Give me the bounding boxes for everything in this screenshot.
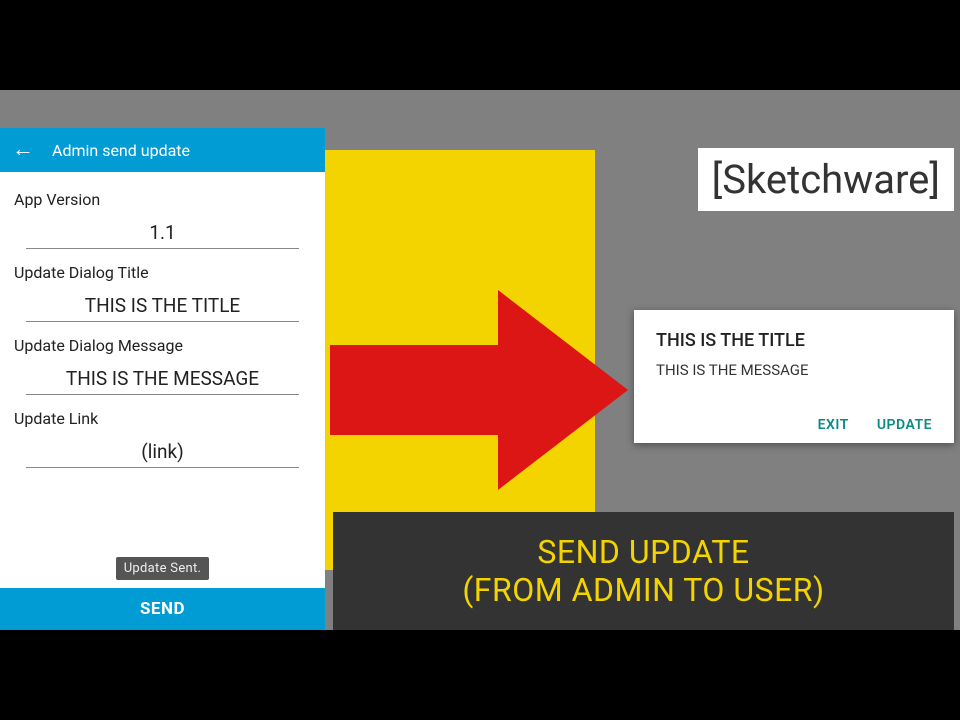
red-arrow-icon	[330, 290, 640, 490]
back-arrow-icon[interactable]: ←	[12, 139, 34, 161]
appbar: ← Admin send update	[0, 128, 325, 172]
arrow-head	[498, 290, 628, 490]
thumbnail-canvas: ← Admin send update App Version Update D…	[0, 90, 960, 630]
update-link-label: Update Link	[14, 409, 311, 428]
sketchware-badge: [Sketchware]	[698, 148, 954, 211]
caption-line-2: (FROM ADMIN TO USER)	[462, 571, 824, 609]
update-button[interactable]: UPDATE	[877, 417, 932, 433]
dialog-title: THIS IS THE TITLE	[656, 330, 932, 351]
caption-line-1: SEND UPDATE	[537, 533, 749, 571]
update-dialog: THIS IS THE TITLE THIS IS THE MESSAGE EX…	[634, 310, 954, 443]
dialog-message-input[interactable]	[26, 361, 299, 395]
admin-phone-screen: ← Admin send update App Version Update D…	[0, 128, 325, 630]
toast-container: Update Sent.	[14, 557, 311, 580]
arrow-shaft	[330, 345, 500, 435]
dialog-title-input[interactable]	[26, 288, 299, 322]
send-button[interactable]: SEND	[0, 588, 325, 630]
dialog-title-label: Update Dialog Title	[14, 263, 311, 282]
dialog-message: THIS IS THE MESSAGE	[656, 361, 932, 379]
exit-button[interactable]: EXIT	[818, 417, 849, 433]
dialog-actions: EXIT UPDATE	[656, 417, 932, 433]
toast-message: Update Sent.	[116, 557, 210, 580]
app-version-input[interactable]	[26, 215, 299, 249]
update-form: App Version Update Dialog Title Update D…	[0, 172, 325, 588]
app-version-label: App Version	[14, 190, 311, 209]
dialog-message-label: Update Dialog Message	[14, 336, 311, 355]
update-link-input[interactable]	[26, 434, 299, 468]
appbar-title: Admin send update	[52, 141, 190, 160]
caption-banner: SEND UPDATE (FROM ADMIN TO USER)	[333, 512, 954, 630]
